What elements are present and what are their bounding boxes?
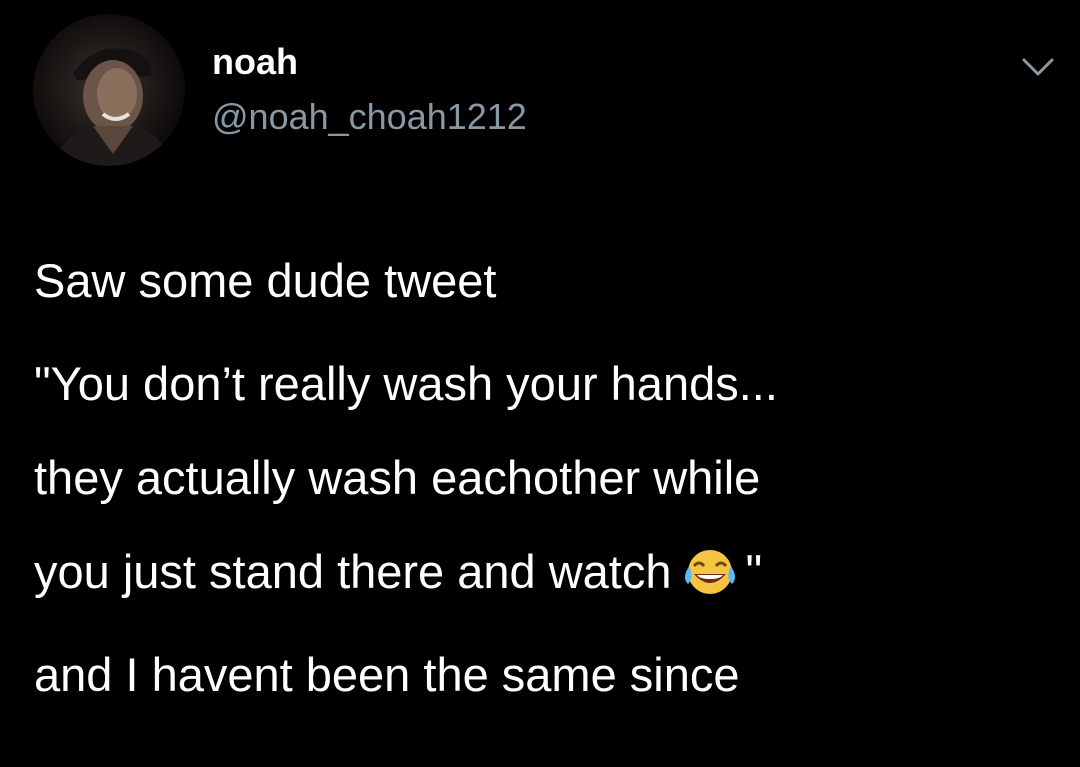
tweet-line-text: " [745,545,763,598]
user-handle[interactable]: @noah_choah1212 [212,95,527,139]
tweet-line: they actually wash eachother while [34,451,761,504]
tweet-line-with-emoji: you just stand there and watch " [34,541,1064,603]
tweet-line: Saw some dude tweet [34,254,497,307]
tweet-line: "You don’t really wash your hands... [34,357,778,410]
profile-photo-icon [53,48,173,166]
face-with-tears-of-joy-icon [680,546,740,598]
tweet-line-text: you just stand there and watch [34,545,672,598]
avatar[interactable] [33,14,185,166]
tweet-header: noah @noah_choah1212 [0,0,1080,180]
chevron-down-icon[interactable] [1018,52,1058,82]
tweet-line: and I havent been the same since [34,648,740,701]
tweet-text: Saw some dude tweet "You don’t really wa… [34,250,1064,706]
display-name[interactable]: noah [212,40,298,84]
